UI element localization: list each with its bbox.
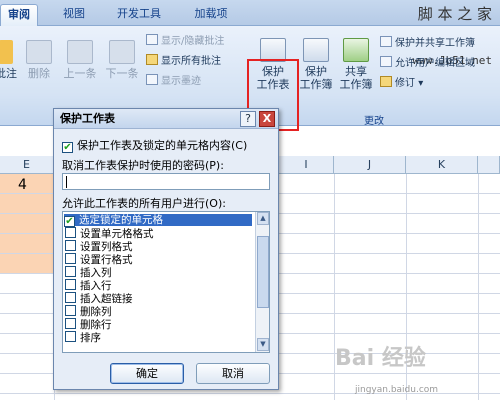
- comment-icon: [0, 40, 13, 64]
- tab-review[interactable]: 审阅: [0, 4, 38, 26]
- tab-view[interactable]: 视图: [56, 4, 92, 26]
- list-item[interactable]: 插入超链接: [65, 292, 133, 305]
- ok-button[interactable]: 确定: [110, 363, 184, 384]
- permission-checkbox[interactable]: [65, 305, 76, 316]
- list-item[interactable]: 设置列格式: [65, 240, 133, 253]
- protect-workbook-icon: [303, 38, 329, 62]
- allow-edit-icon: [380, 56, 392, 67]
- scroll-up-icon[interactable]: ▲: [257, 212, 269, 225]
- delete-comment-button[interactable]: 删除: [22, 40, 56, 80]
- list-item[interactable]: 排序: [65, 331, 101, 344]
- permission-checkbox[interactable]: [65, 240, 76, 251]
- list-item[interactable]: ✔ 选定锁定的单元格: [64, 214, 252, 227]
- list-scrollbar[interactable]: ▲ ▼: [255, 212, 269, 352]
- column-header-k[interactable]: K: [406, 156, 478, 174]
- protect-contents-option[interactable]: ✔ 保护工作表及锁定的单元格内容(C): [62, 137, 247, 153]
- permission-checkbox[interactable]: [65, 331, 76, 342]
- permission-checkbox[interactable]: [65, 279, 76, 290]
- permission-checkbox[interactable]: [65, 227, 76, 238]
- share-workbook-button[interactable]: 共享 工作簿: [338, 38, 374, 91]
- list-item[interactable]: 插入行: [65, 279, 112, 292]
- cancel-button[interactable]: 取消: [196, 363, 270, 384]
- ink-icon: [146, 74, 158, 85]
- next-comment-button[interactable]: 下一条: [102, 40, 142, 80]
- next-icon: [109, 40, 135, 64]
- list-item[interactable]: 删除列: [65, 305, 112, 318]
- help-button[interactable]: ?: [240, 111, 256, 127]
- show-ink-button[interactable]: 显示墨迹: [146, 74, 201, 89]
- watermark-baidu: Bai 经验: [335, 346, 426, 371]
- toggle-comment-icon: [146, 34, 158, 45]
- permission-checkbox[interactable]: [65, 266, 76, 277]
- allow-users-label: 允许此工作表的所有用户进行(O):: [62, 197, 226, 210]
- list-item[interactable]: 设置行格式: [65, 253, 133, 266]
- tab-addins[interactable]: 加载项: [186, 4, 236, 26]
- scroll-down-icon[interactable]: ▼: [257, 338, 269, 351]
- chevron-down-icon: ▾: [418, 78, 424, 89]
- column-header-next[interactable]: [478, 156, 500, 174]
- previous-comment-button[interactable]: 上一条: [60, 40, 100, 80]
- show-all-comments-button[interactable]: 显示所有批注: [146, 54, 221, 69]
- show-comments-icon: [146, 54, 158, 65]
- protect-contents-checkbox[interactable]: ✔: [62, 142, 73, 153]
- watermark-baidu-url: jingyan.baidu.com: [355, 385, 439, 395]
- tab-developer[interactable]: 开发工具: [108, 4, 170, 26]
- watermark-site-name: 脚 本 之 家: [417, 5, 492, 23]
- password-label: 取消工作表保护时使用的密码(P):: [62, 159, 224, 172]
- ribbon-tab-bar: 审阅 视图 开发工具 加载项 脚 本 之 家: [0, 0, 500, 26]
- protect-sheet-dialog: 保护工作表 ? X ✔ 保护工作表及锁定的单元格内容(C) 取消工作表保护时使用的…: [53, 108, 279, 390]
- protect-share-icon: [380, 36, 392, 47]
- previous-icon: [67, 40, 93, 64]
- scroll-thumb[interactable]: [257, 236, 269, 308]
- column-header-j[interactable]: J: [334, 156, 406, 174]
- track-changes-icon: [380, 76, 392, 87]
- permissions-list[interactable]: ✔ 选定锁定的单元格 设置单元格格式 设置列格式 设置行格式 插入列 插入行 插入…: [62, 211, 270, 353]
- protect-workbook-button[interactable]: 保护 工作簿: [298, 38, 334, 91]
- column-header-e[interactable]: E: [0, 156, 54, 174]
- column-header-i[interactable]: I: [279, 156, 334, 174]
- allow-edit-ranges-button[interactable]: 允许用户编辑区域: [380, 56, 475, 71]
- permission-checkbox[interactable]: [65, 292, 76, 303]
- permission-checkbox[interactable]: ✔: [64, 216, 75, 227]
- permission-checkbox[interactable]: [65, 253, 76, 264]
- share-workbook-icon: [343, 38, 369, 62]
- protect-share-workbook-button[interactable]: 保护并共享工作簿: [380, 36, 475, 51]
- text-caret: [66, 176, 67, 188]
- group-label-changes: 更改: [364, 116, 384, 127]
- list-item[interactable]: 插入列: [65, 266, 112, 279]
- list-item[interactable]: 删除行: [65, 318, 112, 331]
- close-button[interactable]: X: [259, 111, 275, 127]
- permission-checkbox[interactable]: [65, 318, 76, 329]
- password-input[interactable]: [62, 173, 270, 190]
- list-item[interactable]: 设置单元格格式: [65, 227, 154, 240]
- delete-comment-icon: [26, 40, 52, 64]
- track-changes-button[interactable]: 修订 ▾: [380, 76, 423, 91]
- new-comment-button[interactable]: 批注: [0, 40, 18, 80]
- toggle-comment-button[interactable]: 显示/隐藏批注: [146, 34, 224, 49]
